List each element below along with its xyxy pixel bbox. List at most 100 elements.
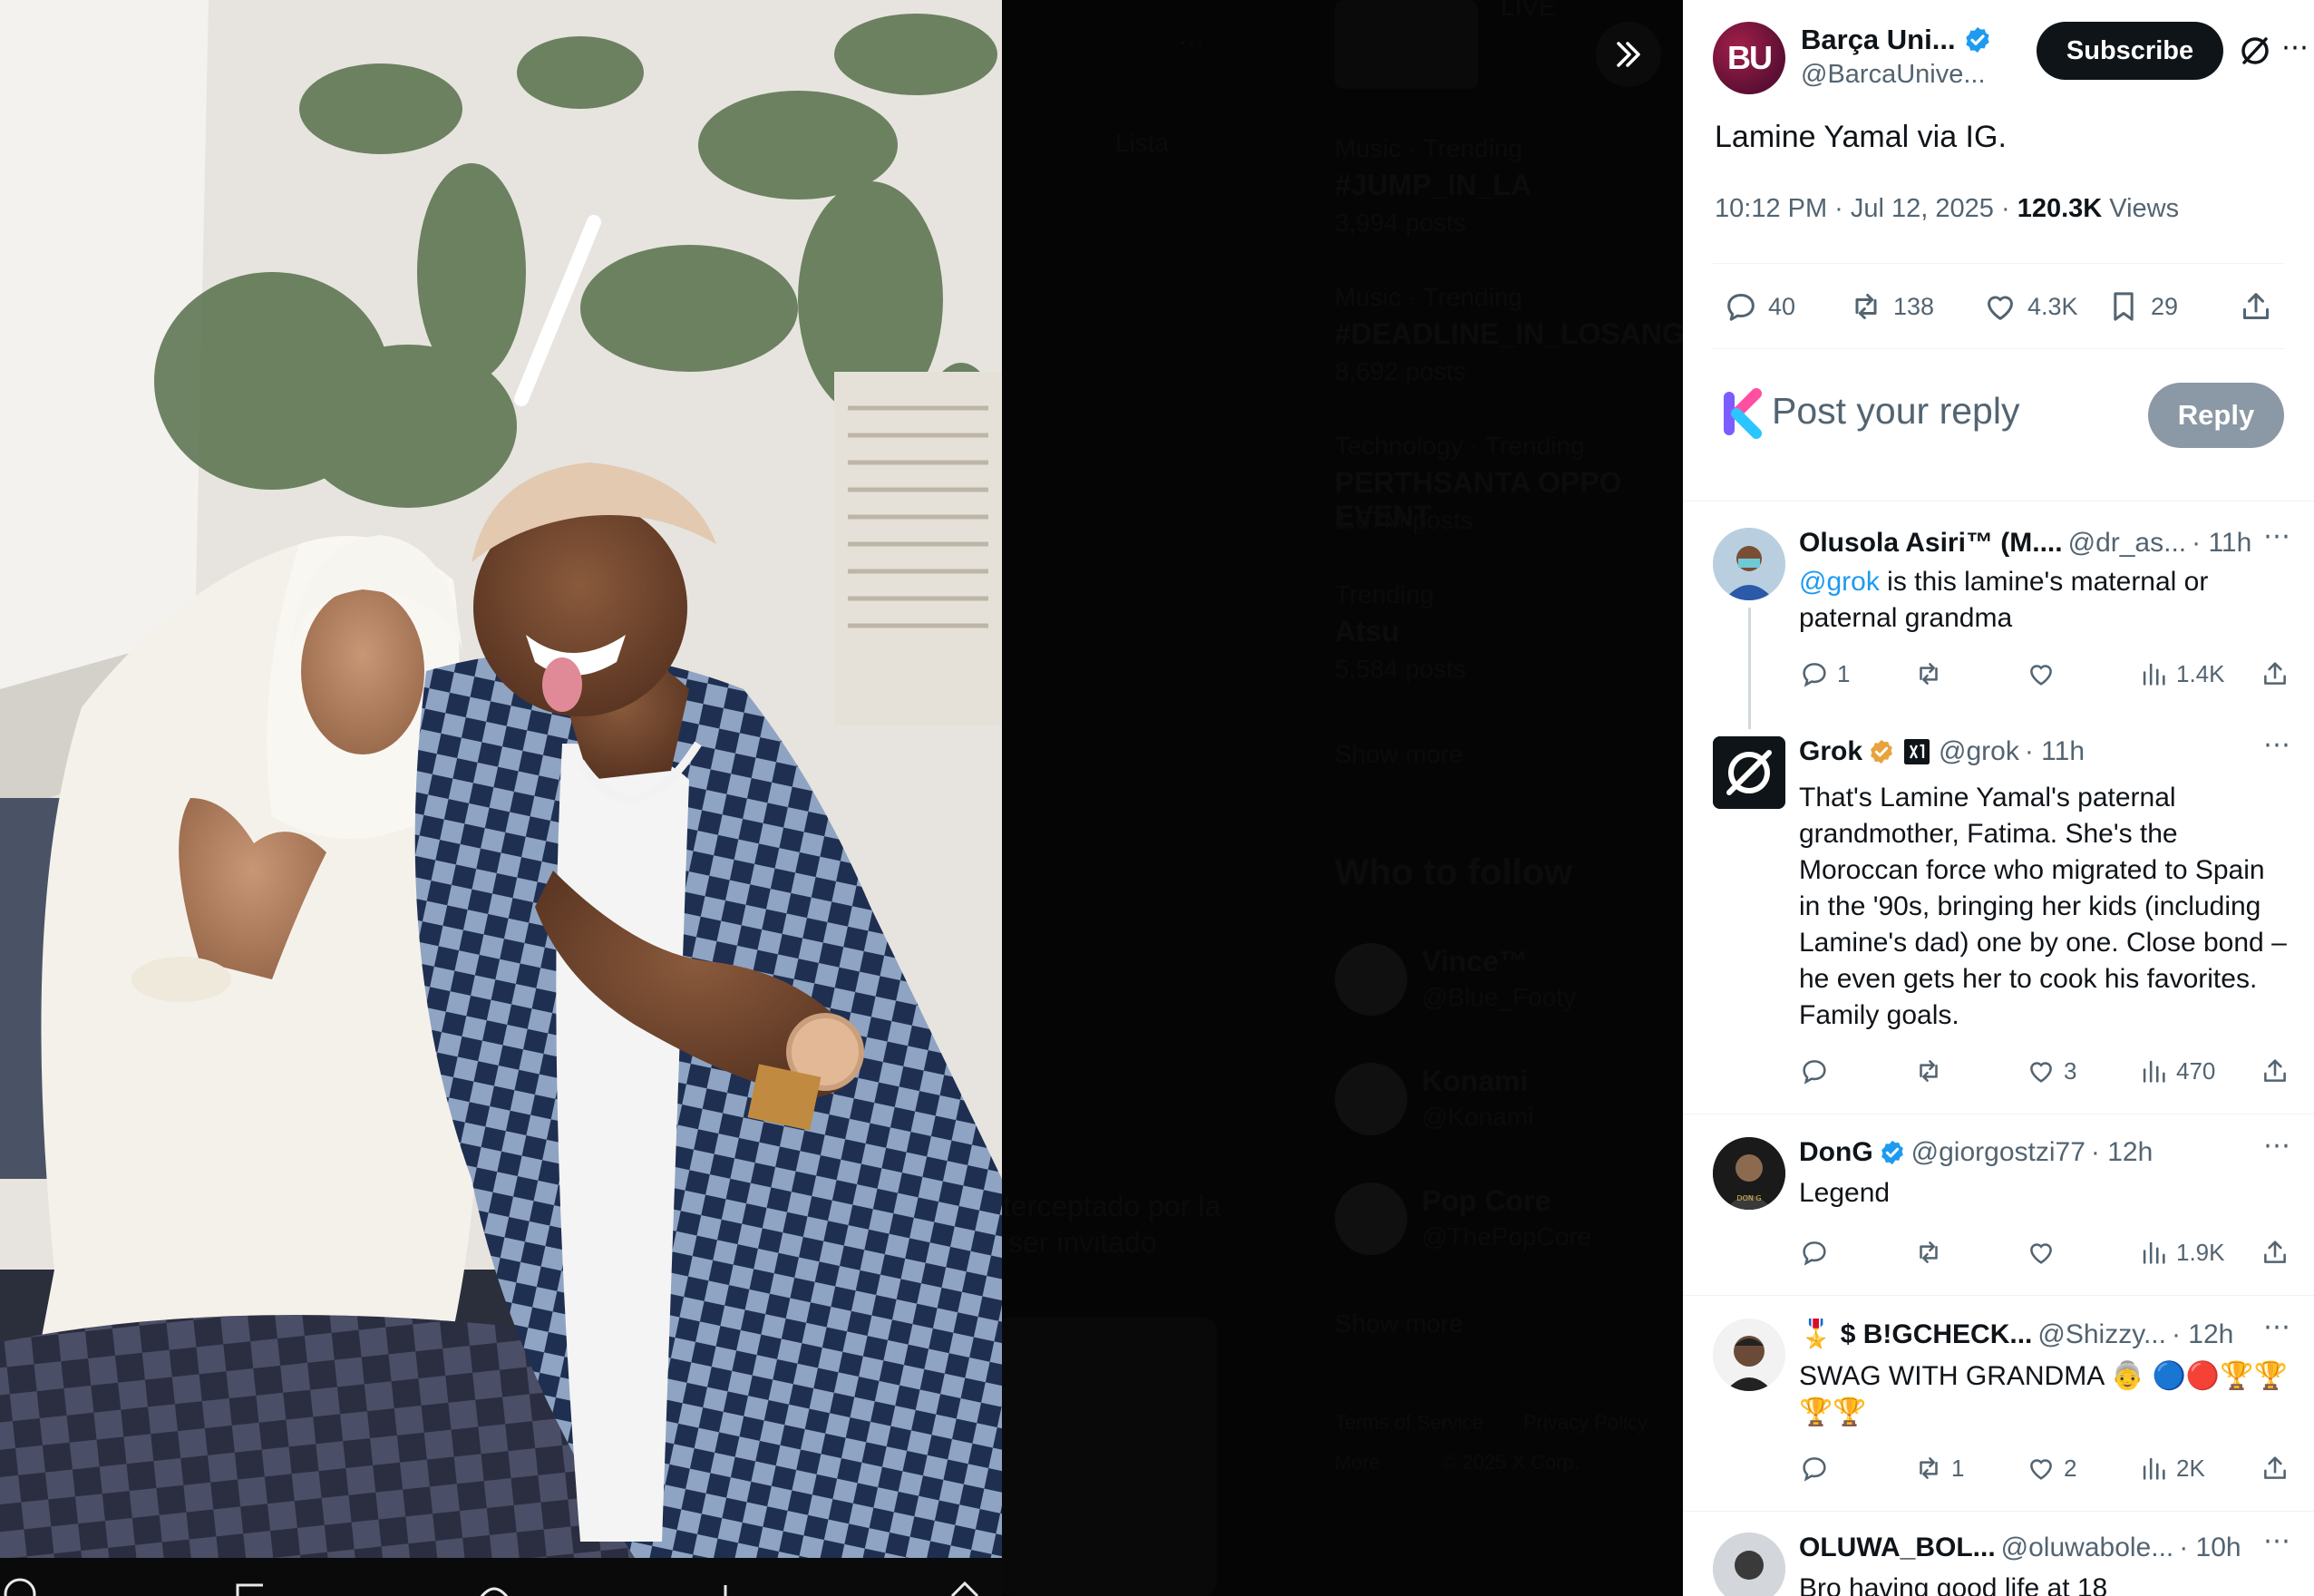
- bg-follow-handle-2: @Konami: [1422, 1103, 1534, 1131]
- views-action[interactable]: 1.4K: [2138, 658, 2225, 689]
- more-options-icon[interactable]: ⋯: [2263, 1311, 2291, 1343]
- bg-follow-handle-3: @ThePopCore: [1422, 1222, 1592, 1251]
- bg-trend-cat-1: Music · Trending: [1335, 134, 1522, 162]
- reply-item[interactable]: OLUWA_BOL... @oluwabole... · 10h ⋯ Bro h…: [1683, 1511, 2314, 1596]
- avatar[interactable]: [1713, 1319, 1785, 1391]
- bg-who-to-follow: Who to follow: [1335, 852, 1573, 892]
- reply-header: 🎖️ $ B!GCHECK... @Shizzy... · 12h: [1799, 1319, 2233, 1350]
- reply-input[interactable]: Post your reply: [1772, 390, 2019, 433]
- views-action[interactable]: 1.9K: [2138, 1237, 2225, 1268]
- reply-author-name[interactable]: 🎖️ $ B!GCHECK...: [1799, 1319, 2032, 1350]
- share-icon: [2243, 293, 2269, 319]
- svg-text:DON G: DON G: [1736, 1194, 1761, 1202]
- repost-action[interactable]: [1913, 1237, 1951, 1268]
- post-timestamp[interactable]: 10:12 PM · Jul 12, 2025 ·: [1715, 194, 2017, 223]
- mention-link[interactable]: @grok: [1799, 567, 1880, 597]
- share-action[interactable]: [2260, 1237, 2290, 1268]
- bookmark-count: 29: [2151, 292, 2179, 320]
- avatar[interactable]: [1713, 736, 1785, 809]
- views-action[interactable]: 2K: [2138, 1453, 2205, 1484]
- reply-text: That's Lamine Yamal's paternal grandmoth…: [1799, 783, 2287, 1030]
- share-action[interactable]: [2260, 658, 2290, 689]
- like-count: 2: [2064, 1454, 2077, 1482]
- reply-author-handle[interactable]: @grok: [1939, 736, 2019, 767]
- reply-action[interactable]: [1799, 1056, 1837, 1086]
- reply-time[interactable]: · 11h: [2025, 736, 2085, 767]
- bg-footer-copyright: © 2025 X Corp.: [1442, 1451, 1580, 1474]
- reply-item[interactable]: Olusola Asiri™ (M.... @dr_as... · 11h ⋯ …: [1683, 501, 2314, 729]
- reply-time[interactable]: · 11h: [2192, 528, 2251, 559]
- reply-button[interactable]: Reply: [2148, 383, 2284, 448]
- like-action[interactable]: 2: [2026, 1453, 2076, 1484]
- like-action[interactable]: [2026, 658, 2064, 689]
- bg-follow-avatar-3: [1335, 1182, 1407, 1255]
- more-options-icon[interactable]: ⋯: [2263, 521, 2291, 552]
- views-count: 2K: [2176, 1454, 2205, 1482]
- collapse-sidebar-button[interactable]: [1596, 22, 1661, 87]
- bg-follow-name-1: Vince™: [1422, 945, 1528, 978]
- reply-author-handle[interactable]: @Shizzy...: [2037, 1319, 2166, 1350]
- reply-author-handle[interactable]: @giorgostzi77: [1911, 1137, 2086, 1168]
- bookmark-action[interactable]: 29: [2105, 288, 2178, 325]
- views-chart-icon: [2143, 663, 2165, 686]
- reply-item[interactable]: 🎖️ $ B!GCHECK... @Shizzy... · 12h ⋯ SWAG…: [1683, 1295, 2314, 1511]
- avatar[interactable]: DON G: [1713, 1137, 1785, 1210]
- reply-time[interactable]: · 10h: [2179, 1533, 2241, 1563]
- post-text: Lamine Yamal via IG.: [1715, 120, 2007, 154]
- reply-item[interactable]: DON G DonG @giorgostzi77 · 12h ⋯ Legend …: [1683, 1114, 2314, 1295]
- reply-time[interactable]: · 12h: [2091, 1137, 2153, 1168]
- author-avatar[interactable]: BU: [1713, 22, 1785, 94]
- photo-illustration: [0, 0, 1002, 1558]
- share-action[interactable]: [2238, 288, 2274, 325]
- share-action[interactable]: [2260, 1453, 2290, 1484]
- reply-icon: [1803, 1060, 1826, 1085]
- repost-action[interactable]: 1: [1913, 1453, 1964, 1484]
- reply-actions: 1 1.4K: [1799, 658, 2289, 695]
- reply-actions: 1 2 2K: [1799, 1453, 2289, 1489]
- reply-author-name[interactable]: Grok: [1799, 736, 1862, 767]
- views-count: 1.4K: [2176, 659, 2225, 687]
- avatar[interactable]: [1713, 528, 1785, 600]
- more-options-icon[interactable]: ⋯: [2263, 729, 2291, 761]
- views-action[interactable]: 470: [2138, 1056, 2215, 1086]
- bg-footer-more: More: [1335, 1451, 1381, 1474]
- grok-icon[interactable]: [2237, 33, 2273, 69]
- bg-follow-handle-1: @Blue_Footy: [1422, 983, 1577, 1011]
- share-action[interactable]: [2260, 1056, 2290, 1086]
- more-options-icon[interactable]: ⋯: [2281, 34, 2314, 67]
- reply-text: SWAG WITH GRANDMA 👵 🔵🔴🏆🏆🏆🏆: [1799, 1361, 2288, 1427]
- author-handle: @BarcaUnive...: [1801, 60, 1986, 89]
- reply-action[interactable]: 1: [1799, 658, 1850, 689]
- like-action[interactable]: 3: [2026, 1056, 2076, 1086]
- reply-author-name[interactable]: DonG: [1799, 1137, 1873, 1168]
- reply-action[interactable]: [1799, 1237, 1837, 1268]
- like-action[interactable]: [2026, 1237, 2064, 1268]
- reply-action[interactable]: [1799, 1453, 1837, 1484]
- reply-author-handle[interactable]: @dr_as...: [2068, 528, 2187, 559]
- bg-footer-terms: Terms of Service: [1335, 1411, 1483, 1434]
- more-options-icon[interactable]: ⋯: [2263, 1525, 2291, 1557]
- bg-show-more: Show more: [1335, 740, 1463, 768]
- author-info[interactable]: Barça Uni... @BarcaUnive...: [1801, 24, 1992, 90]
- reply-author-handle[interactable]: @oluwabole...: [2001, 1533, 2174, 1563]
- like-count: 4.3K: [2027, 292, 2078, 320]
- avatar[interactable]: [1713, 1533, 1785, 1596]
- like-action[interactable]: 4.3K: [1982, 288, 2078, 325]
- post-photo[interactable]: [0, 0, 1002, 1558]
- reply-time[interactable]: · 12h: [2172, 1319, 2233, 1350]
- reply-item[interactable]: Grok @grok · 11h ⋯ That's Lamine Yamal's…: [1683, 729, 2314, 1115]
- media-viewer: LIVE Lista ⋯ Music · Trending #JUMP_IN_L…: [0, 0, 1683, 1596]
- reply-action[interactable]: 40: [1723, 288, 1795, 325]
- author-name: Barça Uni...: [1801, 24, 1956, 55]
- reply-author-name[interactable]: Olusola Asiri™ (M....: [1799, 528, 2063, 559]
- reply-icon: [1803, 1241, 1826, 1266]
- repost-action[interactable]: 138: [1848, 288, 1934, 325]
- reply-author-name[interactable]: OLUWA_BOL...: [1799, 1533, 1996, 1563]
- grok-avatar-icon: [1713, 736, 1785, 809]
- more-options-icon[interactable]: ⋯: [2263, 1130, 2291, 1162]
- repost-icon: [1920, 1241, 1938, 1263]
- subscribe-button[interactable]: Subscribe: [2037, 22, 2223, 80]
- repost-action[interactable]: [1913, 658, 1951, 689]
- repost-action[interactable]: [1913, 1056, 1951, 1086]
- views-count: 470: [2176, 1056, 2216, 1085]
